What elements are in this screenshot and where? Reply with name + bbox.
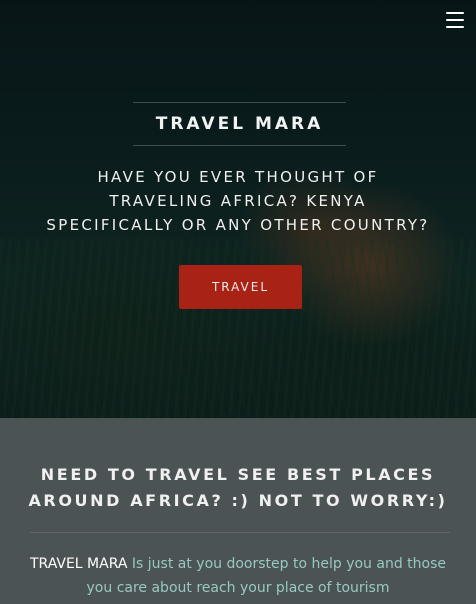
info-section: NEED TO TRAVEL SEE BEST PLACES AROUND AF… [0, 418, 476, 604]
tagline-line: HAVE YOU EVER THOUGHT OF [97, 168, 379, 186]
divider [30, 532, 450, 533]
section-body: TRAVEL MARA Is just at you doorstep to h… [24, 552, 452, 600]
tagline-line: SPECIFICALLY OR ANY OTHER COUNTRY? [46, 216, 430, 234]
site-title: TRAVEL MARA [155, 114, 324, 134]
hamburger-menu-icon[interactable] [446, 12, 464, 28]
tagline-line: TRAVELING AFRICA? KENYA [109, 192, 367, 210]
hero-tagline: HAVE YOU EVER THOUGHT OF TRAVELING AFRIC… [20, 165, 456, 237]
brand-box: TRAVEL MARA [133, 102, 346, 146]
menu-bar [446, 26, 464, 28]
heading-line: AROUND AFRICA? :) NOT TO WORRY:) [28, 491, 448, 510]
section-heading: NEED TO TRAVEL SEE BEST PLACES AROUND AF… [10, 462, 466, 514]
menu-bar [446, 12, 464, 14]
body-brand: TRAVEL MARA [29, 556, 128, 572]
menu-bar [446, 19, 464, 21]
travel-button[interactable]: TRAVEL [179, 265, 302, 309]
hero-section: TRAVEL MARA HAVE YOU EVER THOUGHT OF TRA… [0, 0, 476, 418]
heading-line: NEED TO TRAVEL SEE BEST PLACES [40, 465, 436, 484]
body-text: Is just at you doorstep to help you and … [86, 556, 446, 596]
